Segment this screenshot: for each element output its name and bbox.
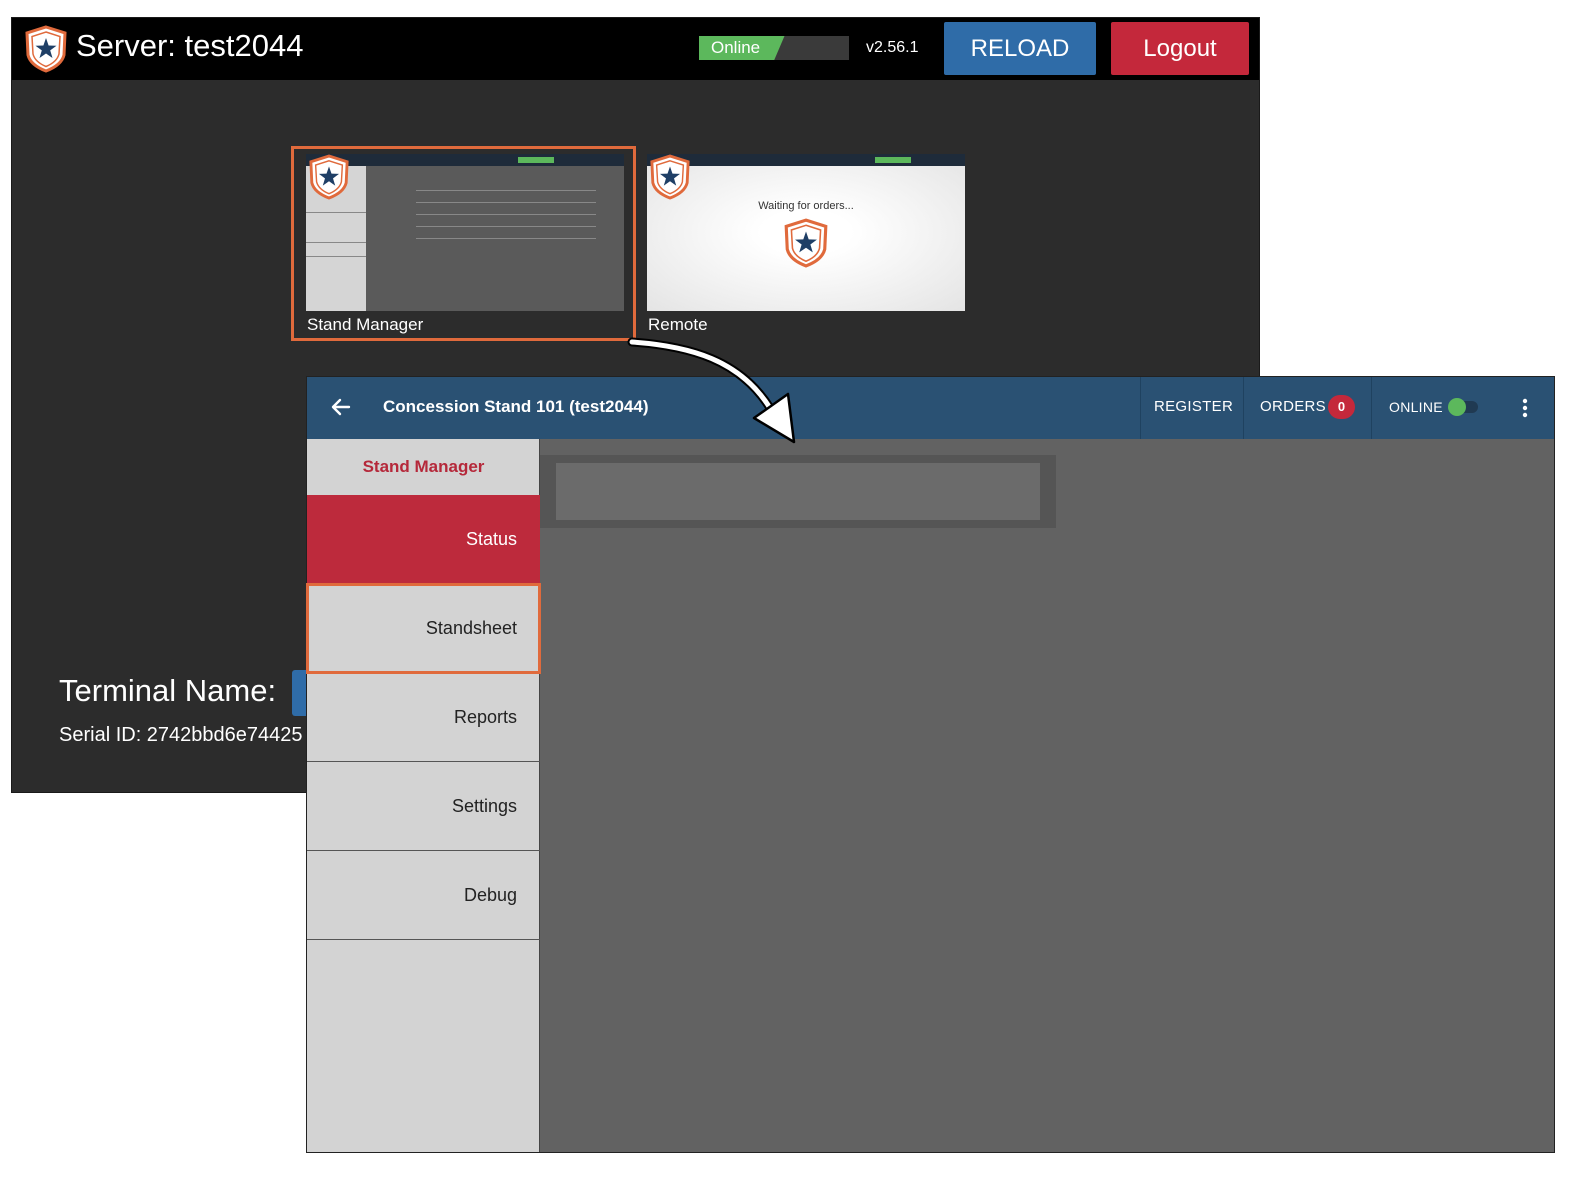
thumbnail-table-line <box>416 202 596 203</box>
terminal-name-label: Terminal Name: <box>59 673 277 708</box>
sidebar-item-status[interactable]: Status <box>307 495 540 584</box>
app-tile-remote[interactable]: Waiting for orders... Remote <box>647 154 965 334</box>
shield-star-logo-icon <box>784 218 828 268</box>
sidebar: Stand Manager Status Standsheet Reports … <box>307 439 540 1152</box>
thumbnail-header <box>306 154 624 166</box>
version-label: v2.56.1 <box>866 39 919 56</box>
orders-count-badge: 0 <box>1328 395 1355 419</box>
toggle-knob <box>1448 398 1466 416</box>
thumbnail-table-line <box>416 226 596 227</box>
thumbnail-online-bar <box>875 157 911 163</box>
sidebar-heading: Stand Manager <box>362 457 485 476</box>
serial-id-label: Serial ID: 2742bbd6e74425 <box>59 724 303 746</box>
content-card <box>556 463 1040 520</box>
back-arrow-icon[interactable] <box>327 393 355 421</box>
sidebar-item-settings[interactable]: Settings <box>307 762 540 851</box>
launcher-topbar: Server: test2044 Online v2.56.1 RELOAD L… <box>12 18 1259 80</box>
app-title: Concession Stand 101 (test2044) <box>383 397 649 416</box>
sidebar-item-reports[interactable]: Reports <box>307 673 540 762</box>
thumbnail-header <box>647 154 965 166</box>
app-tile-label: Stand Manager <box>307 315 424 334</box>
app-tile-stand-manager[interactable]: Stand Manager <box>306 154 624 334</box>
app-header: Concession Stand 101 (test2044) REGISTER… <box>307 377 1554 439</box>
curved-arrow-icon <box>627 337 796 444</box>
thumbnail-table-line <box>416 190 596 191</box>
header-divider <box>1243 377 1244 439</box>
orders-button[interactable]: ORDERS <box>1260 398 1326 415</box>
shield-star-logo-icon <box>650 154 690 200</box>
stand-manager-thumbnail <box>306 154 624 311</box>
thumbnail-table-line <box>416 238 596 239</box>
header-divider <box>1371 377 1372 439</box>
thumbnail-divider <box>306 242 366 243</box>
content-panel <box>540 455 1056 528</box>
sidebar-item-standsheet[interactable]: Standsheet <box>307 584 540 673</box>
online-label: ONLINE <box>1389 399 1443 415</box>
online-status-bar: Online <box>699 36 849 60</box>
shield-star-logo-icon <box>309 154 349 200</box>
online-status-label: Online <box>711 38 761 57</box>
thumbnail-table-line <box>416 214 596 215</box>
header-divider <box>1140 377 1141 439</box>
thumbnail-online-bar <box>518 157 554 163</box>
thumbnail-divider <box>306 256 366 257</box>
reload-button[interactable]: RELOAD <box>944 22 1096 75</box>
online-toggle[interactable] <box>1448 398 1478 416</box>
kebab-menu-icon[interactable] <box>1517 396 1533 420</box>
waiting-for-orders-text: Waiting for orders... <box>758 200 854 212</box>
shield-star-logo-icon <box>25 25 67 73</box>
server-title: Server: test2044 <box>76 28 304 63</box>
register-button[interactable]: REGISTER <box>1154 398 1233 415</box>
logout-button[interactable]: Logout <box>1111 22 1249 75</box>
thumbnail-divider <box>306 212 366 213</box>
remote-thumbnail: Waiting for orders... <box>647 154 965 311</box>
stand-manager-window: Concession Stand 101 (test2044) REGISTER… <box>306 376 1555 1153</box>
sidebar-item-debug[interactable]: Debug <box>307 851 540 940</box>
